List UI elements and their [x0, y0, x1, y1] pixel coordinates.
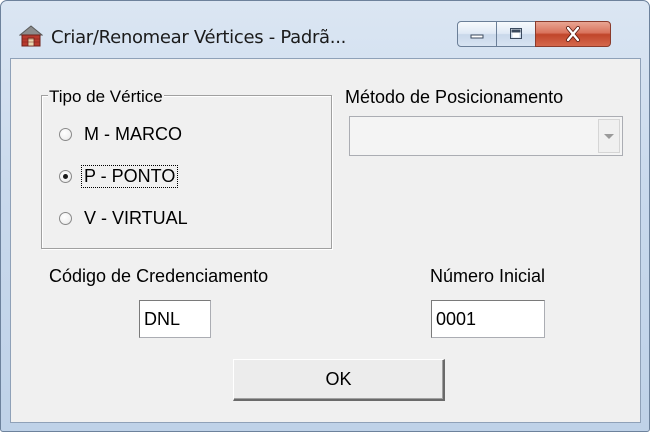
positioning-method-label: Método de Posicionamento [345, 87, 564, 107]
positioning-method-select[interactable] [349, 116, 623, 156]
maximize-icon [508, 27, 524, 41]
close-button[interactable] [535, 21, 611, 47]
credential-code-label: Código de Credenciamento [49, 266, 269, 286]
radio-marco[interactable]: M - MARCO [59, 122, 184, 146]
dialog-window: Criar/Renomear Vértices - Padrã... Tipo … [0, 0, 650, 432]
radio-label: P - PONTO [80, 164, 179, 188]
initial-number-input[interactable]: 0001 [431, 300, 545, 338]
chevron-down-icon [604, 127, 614, 145]
vertex-type-legend: Tipo de Vértice [48, 87, 164, 107]
dialog-body: Tipo de Vértice M - MARCO P - PONTO V - … [10, 58, 641, 423]
radio-virtual[interactable]: V - VIRTUAL [59, 206, 190, 230]
minimize-button[interactable] [457, 21, 497, 47]
radio-label: M - MARCO [84, 123, 182, 144]
maximize-button[interactable] [496, 21, 536, 47]
close-icon [564, 26, 582, 42]
radio-button-checked[interactable] [59, 169, 72, 183]
ok-button[interactable]: OK [233, 359, 445, 401]
initial-number-label: Número Inicial [430, 266, 546, 286]
window-title: Criar/Renomear Vértices - Padrã... [51, 27, 347, 48]
dropdown-arrow-button[interactable] [598, 119, 620, 153]
title-bar[interactable]: Criar/Renomear Vértices - Padrã... [1, 1, 649, 57]
radio-button[interactable] [59, 127, 72, 141]
radio-ponto[interactable]: P - PONTO [59, 164, 179, 188]
radio-button[interactable] [59, 211, 72, 225]
credential-code-input[interactable]: DNL [139, 300, 211, 338]
radio-label: V - VIRTUAL [84, 207, 188, 228]
house-icon[interactable] [18, 25, 44, 47]
minimize-icon [469, 28, 485, 40]
